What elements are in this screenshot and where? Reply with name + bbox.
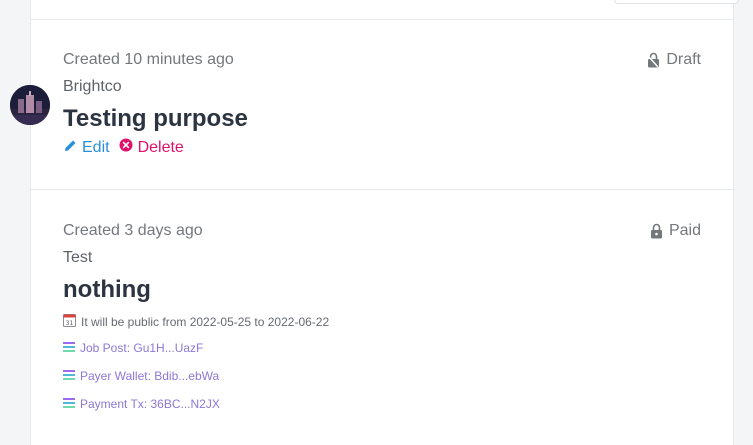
payment-tx-text: Payment Tx: 36BC...N2JX (80, 397, 220, 411)
job-card-paid: Created 3 days ago Paid Test nothing 31 (31, 190, 733, 445)
payment-tx-link[interactable]: Payment Tx: 36BC...N2JX (63, 397, 220, 411)
calendar-icon: 31 (63, 313, 76, 330)
job-title[interactable]: Testing purpose (63, 105, 248, 133)
delete-label: Delete (137, 138, 184, 156)
status-label: Draft (666, 51, 701, 68)
top-control-stub[interactable] (614, 0, 739, 4)
pencil-icon (64, 139, 77, 157)
public-period-text: It will be public from 2022-05-25 to 202… (81, 314, 330, 329)
close-circle-icon (119, 138, 133, 157)
status-badge: Draft (647, 51, 701, 69)
created-time: Created 10 minutes ago (63, 51, 234, 68)
card-actions: Edit Delete (64, 138, 184, 157)
company-name: Test (63, 249, 93, 266)
public-period: 31 It will be public from 2022-05-25 to … (63, 313, 329, 330)
job-card-draft: Created 10 minutes ago Draft Brightco Te… (31, 20, 733, 189)
delete-button[interactable]: Delete (119, 138, 184, 157)
solana-icon (63, 369, 75, 383)
solana-icon (63, 397, 75, 411)
company-name: Brightco (63, 78, 122, 95)
svg-text:31: 31 (66, 320, 74, 327)
job-title[interactable]: nothing (63, 276, 151, 304)
job-list-panel: Created 10 minutes ago Draft Brightco Te… (30, 0, 739, 445)
payer-wallet-text: Payer Wallet: Bdib...ebWa (80, 369, 220, 383)
edit-button[interactable]: Edit (64, 139, 110, 157)
status-label: Paid (668, 222, 701, 239)
created-time: Created 3 days ago (63, 222, 203, 239)
status-badge: Paid (650, 222, 701, 240)
edit-label: Edit (82, 138, 110, 156)
solana-icon (63, 341, 75, 355)
job-post-link[interactable]: Job Post: Gu1H...UazF (63, 341, 203, 355)
lock-icon (650, 223, 663, 239)
job-post-text: Job Post: Gu1H...UazF (80, 341, 204, 355)
draft-lock-icon (647, 52, 660, 68)
payer-wallet-link[interactable]: Payer Wallet: Bdib...ebWa (63, 369, 219, 383)
avatar[interactable] (10, 85, 50, 125)
